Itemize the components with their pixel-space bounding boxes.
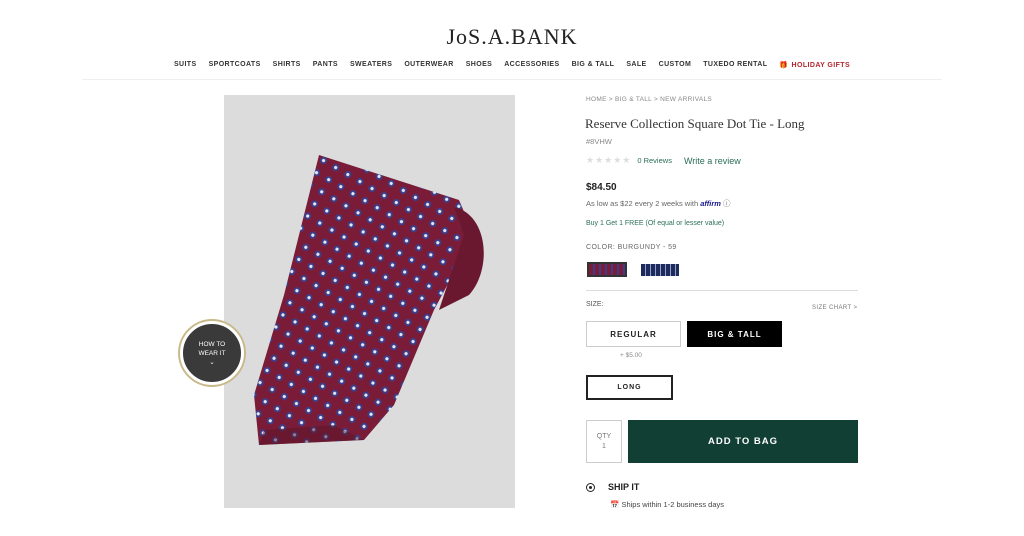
size-regular-button[interactable]: REGULAR — [586, 321, 681, 347]
header-divider — [82, 79, 942, 80]
length-long-button[interactable]: LONG — [586, 375, 673, 400]
nav-item-holiday-gifts[interactable]: 🎁 HOLIDAY GIFTS — [779, 61, 850, 69]
section-divider — [586, 290, 858, 291]
reviews-row: ★★★★★ 0 Reviews Write a review — [586, 155, 741, 166]
ship-detail-text: Ships within 1-2 business days — [621, 500, 724, 509]
nav-item-shoes[interactable]: SHOES — [466, 61, 493, 69]
nav-item-custom[interactable]: CUSTOM — [659, 61, 692, 69]
product-image[interactable] — [224, 95, 515, 508]
main-nav: SUITS SPORTCOATS SHIRTS PANTS SWEATERS O… — [0, 61, 1024, 69]
ship-it-label: SHIP IT — [608, 482, 640, 492]
nav-holiday-label: HOLIDAY GIFTS — [791, 62, 851, 69]
affirm-text: As low as $22 every 2 weeks with — [586, 199, 699, 208]
add-to-bag-button[interactable]: ADD TO BAG — [628, 420, 858, 463]
reviews-count-link[interactable]: 0 Reviews — [637, 156, 672, 165]
product-sku: #8VHW — [586, 137, 612, 146]
chevron-down-icon: ⌄ — [209, 358, 215, 366]
qty-label: QTY — [596, 433, 612, 440]
ship-it-radio[interactable] — [586, 483, 595, 492]
size-chart-link[interactable]: SIZE CHART > — [812, 305, 857, 311]
size-label: SIZE: — [586, 301, 604, 308]
nav-item-sportcoats[interactable]: SPORTCOATS — [209, 61, 261, 69]
calendar-icon: 📅 — [610, 500, 620, 509]
nav-item-outerwear[interactable]: OUTERWEAR — [404, 61, 453, 69]
how-to-wear-button[interactable]: HOW TO WEAR IT ⌄ — [180, 321, 244, 385]
product-title: Reserve Collection Square Dot Tie - Long — [585, 116, 805, 131]
qty-value: 1 — [602, 443, 606, 450]
brand-logo[interactable]: JoS.A.BANK — [0, 24, 1024, 50]
size-big-tall-button[interactable]: BIG & TALL — [687, 321, 782, 347]
ship-detail: 📅 Ships within 1-2 business days — [610, 500, 724, 509]
nav-item-suits[interactable]: SUITS — [174, 61, 197, 69]
nav-item-big-tall[interactable]: BIG & TALL — [572, 61, 615, 69]
tie-illustration — [254, 155, 484, 445]
color-swatch-burgundy[interactable] — [587, 262, 627, 277]
star-rating-icon: ★★★★★ — [586, 155, 632, 165]
product-price: $84.50 — [586, 182, 617, 193]
breadcrumb[interactable]: HOME > BIG & TALL > NEW ARRIVALS — [586, 96, 712, 103]
promo-link[interactable]: Buy 1 Get 1 FREE (Of equal or lesser val… — [586, 220, 724, 227]
how-to-line2: WEAR IT — [198, 349, 226, 357]
quantity-field[interactable]: QTY 1 — [586, 420, 622, 463]
nav-item-sweaters[interactable]: SWEATERS — [350, 61, 392, 69]
color-label: COLOR: BURGUNDY - 59 — [586, 244, 677, 251]
gift-icon: 🎁 — [779, 62, 789, 69]
nav-item-shirts[interactable]: SHIRTS — [273, 61, 301, 69]
color-swatch-navy[interactable] — [641, 264, 679, 276]
write-review-link[interactable]: Write a review — [684, 156, 741, 166]
how-to-line1: HOW TO — [198, 340, 226, 348]
nav-item-accessories[interactable]: ACCESSORIES — [504, 61, 559, 69]
size-surcharge: + $5.00 — [620, 352, 642, 359]
nav-item-tuxedo-rental[interactable]: TUXEDO RENTAL — [703, 61, 767, 69]
affirm-financing: As low as $22 every 2 weeks with affirm … — [586, 198, 731, 209]
info-icon[interactable]: ⓘ — [723, 199, 731, 208]
affirm-logo: affirm — [700, 199, 721, 208]
nav-item-pants[interactable]: PANTS — [313, 61, 338, 69]
nav-item-sale[interactable]: SALE — [626, 61, 646, 69]
